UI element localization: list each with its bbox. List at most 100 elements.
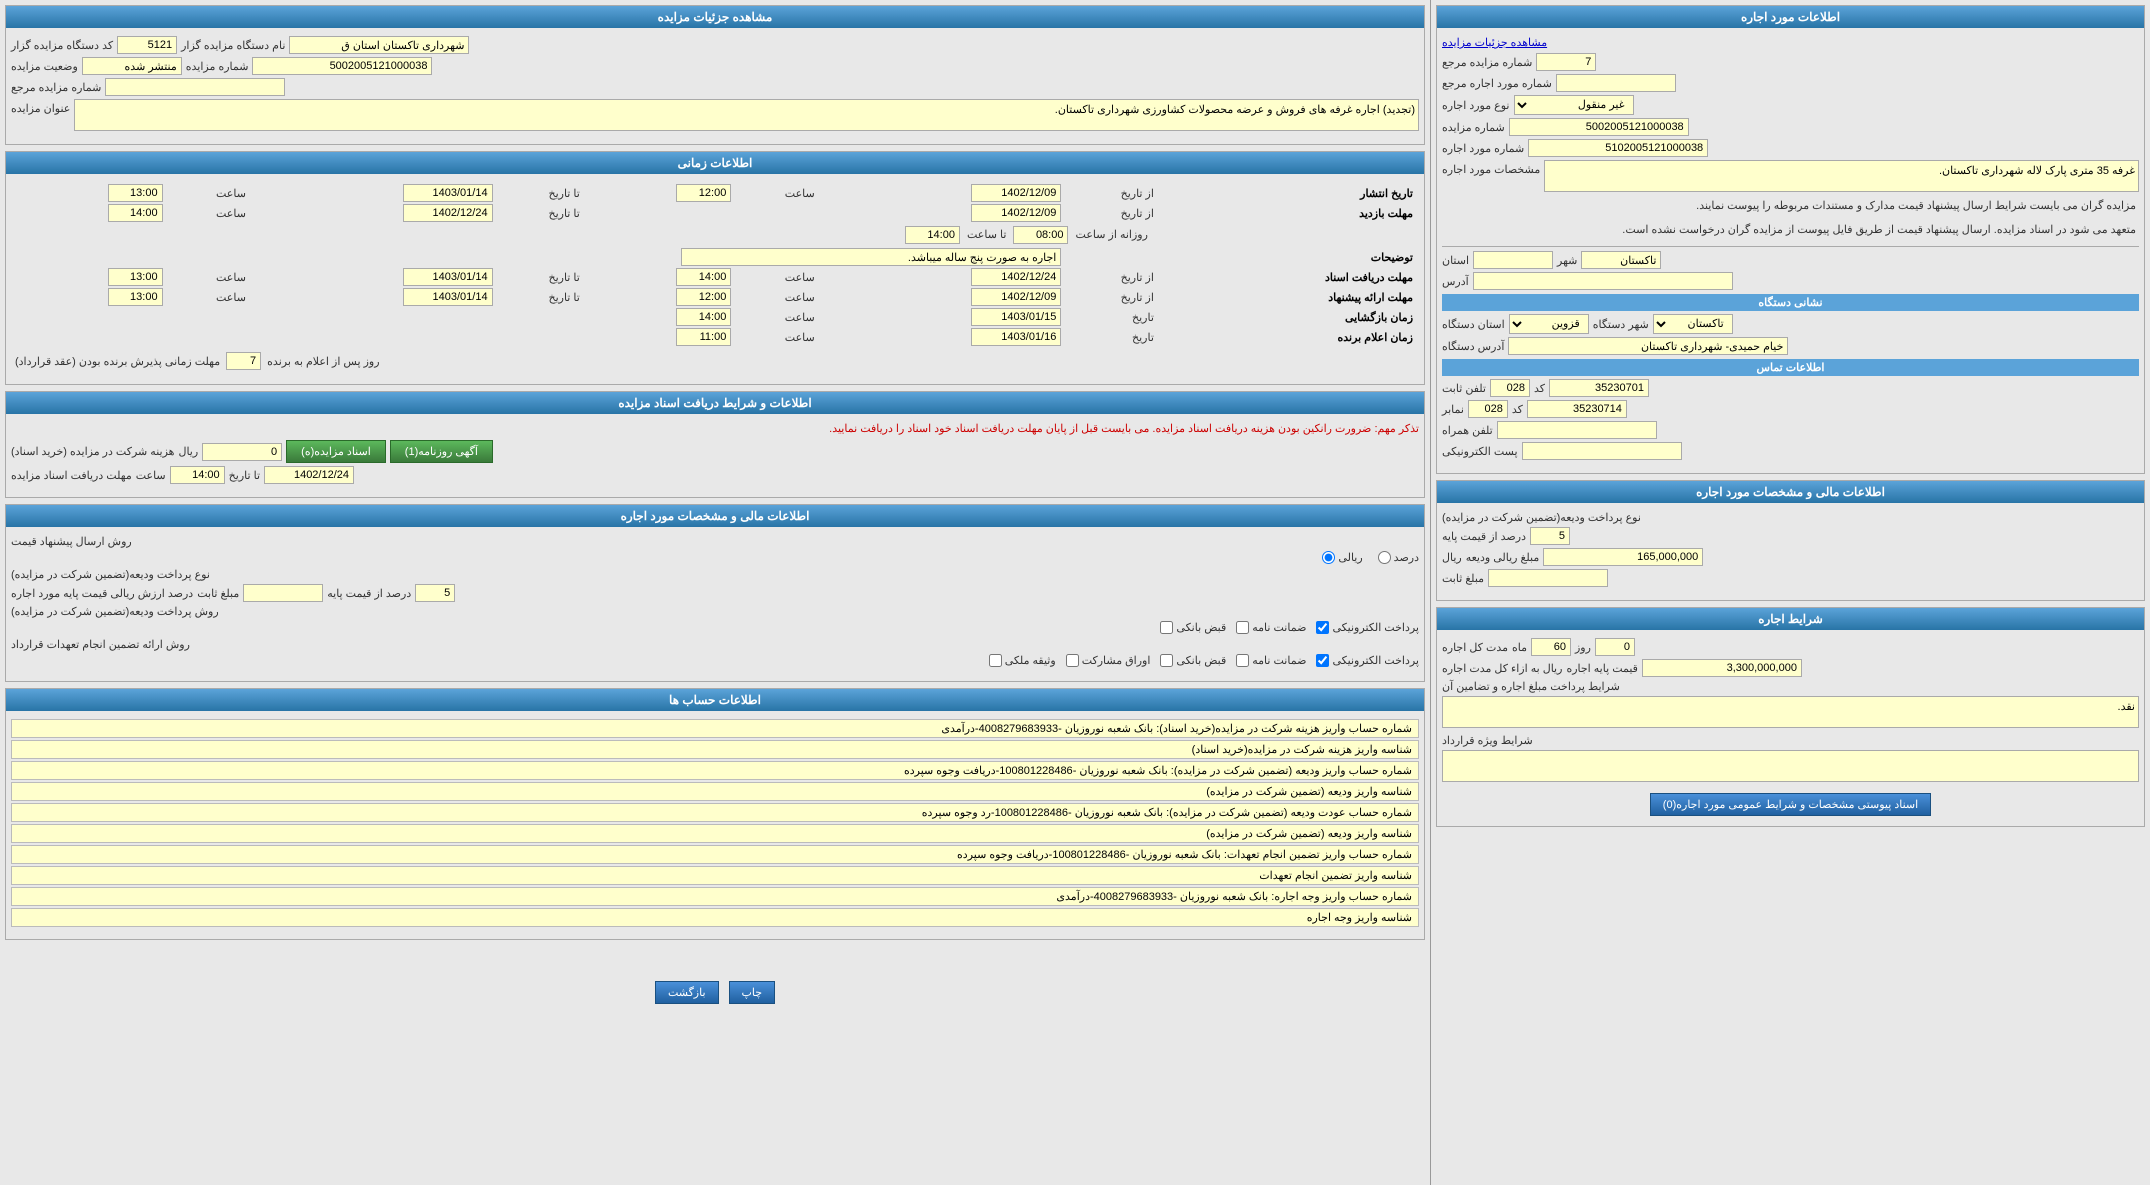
adrs-input[interactable] [1473, 272, 1733, 290]
ostan-input[interactable] [1473, 251, 1553, 269]
radio-rial[interactable]: ریالی [1322, 551, 1362, 564]
check-takafol-zamanat[interactable]: ضمانت نامه [1236, 654, 1306, 667]
warning-text: تذکر مهم: ضرورت رانکین بودن هزینه دریافت… [11, 422, 1419, 435]
onvan-textarea[interactable]: (تجدید) اجاره غرفه های فروش و عرضه محصول… [74, 99, 1419, 131]
account-row-9: شماره حساب واریز وجه اجاره: بانک شعبه نو… [11, 887, 1419, 906]
elam-date[interactable] [971, 328, 1061, 346]
section-mali-title: اطلاعات مالی و مشخصات مورد اجاره [1437, 481, 2144, 503]
pishnahad-to-date[interactable] [403, 288, 493, 306]
tel-sabet-input[interactable] [1549, 379, 1649, 397]
shahr-dastgah-select[interactable]: تاکستان [1653, 314, 1733, 334]
mablagh-input[interactable] [1543, 548, 1703, 566]
link-view-mazayade[interactable]: مشاهده جزئیات مزایده [1442, 37, 1547, 49]
check-takafol-awraq[interactable]: اوراق مشارکت [1066, 654, 1151, 667]
account-row-7: شماره حساب واریز تضمین انجام تعهدات: بان… [11, 845, 1419, 864]
enteshar-to-date[interactable] [403, 184, 493, 202]
btn-agahi[interactable]: آگهی روزنامه(1) [390, 440, 493, 463]
btn-asnad-ejare[interactable]: اسناد پیوستی مشخصات و شرایط عمومی مورد ا… [1650, 793, 1931, 816]
daryaft-asnad-to-date[interactable] [403, 268, 493, 286]
check-takafol-electronic[interactable]: پرداخت الکترونیکی [1316, 654, 1419, 667]
check-takafol-ghabs[interactable]: قبض بانکی [1160, 654, 1226, 667]
pishnahad-to-time[interactable] [108, 288, 163, 306]
btn-bargasht[interactable]: بازگشت [655, 981, 719, 1004]
section-hesab-title: اطلاعات حساب ها [6, 689, 1424, 711]
darsad-paye-input[interactable] [415, 584, 455, 602]
hazineh-input[interactable] [202, 443, 282, 461]
vaziyat-input[interactable] [82, 57, 182, 75]
roozane-from[interactable] [1013, 226, 1068, 244]
email-input[interactable] [1522, 442, 1682, 460]
bargozari-time[interactable] [676, 308, 731, 326]
btn-chap[interactable]: چاپ [729, 981, 776, 1004]
shmr-mrj-input[interactable] [105, 78, 285, 96]
mah-input[interactable] [1531, 638, 1571, 656]
check-pardakht-electronic[interactable]: پرداخت الکترونیکی [1316, 621, 1419, 634]
namabr-code-input[interactable] [1468, 400, 1508, 418]
ostan-dastgah-select[interactable]: قزوین [1509, 314, 1589, 334]
tel-sabet-code-input[interactable] [1490, 379, 1530, 397]
mazayade-no-input[interactable] [1509, 118, 1689, 136]
section-joziat-title: مشاهده جزئیات مزایده [6, 6, 1424, 28]
left-panel: اطلاعات مورد اجاره مشاهده جزئیات مزایده … [1430, 0, 2150, 1185]
namabr-input[interactable] [1527, 400, 1627, 418]
section-asnad-title: اطلاعات و شرایط دریافت اسناد مزایده [6, 392, 1424, 414]
code-dastgah-input[interactable] [117, 36, 177, 54]
rooz-input[interactable] [1595, 638, 1635, 656]
radio-darsad[interactable]: درصد [1378, 551, 1419, 564]
bazid-to-time[interactable] [108, 204, 163, 222]
bazid-from-date[interactable] [971, 204, 1061, 222]
account-row-6: شناسه واریز ودیعه (تضمین شرکت در مزایده) [11, 824, 1419, 843]
name-dastgah-input[interactable] [289, 36, 469, 54]
info-text1: مزایده گران می بایست شرایط ارسال پیشنهاد… [1442, 195, 2139, 219]
account-row-8: شناسه واریز تضمین انجام تعهدات [11, 866, 1419, 885]
darsad-input[interactable] [1530, 527, 1570, 545]
sharayet-pardakht-textarea[interactable]: نقد. [1442, 696, 2139, 728]
account-row-1: شماره حساب واریز هزینه شرکت در مزایده(خر… [11, 719, 1419, 738]
noe-ejare-select[interactable]: غیر منقول [1514, 95, 1634, 115]
check-takafol-vasegheh[interactable]: وثیقه ملکی [989, 654, 1056, 667]
tozihat-input[interactable] [681, 248, 1061, 266]
bazid-to-date[interactable] [403, 204, 493, 222]
right-panel: مشاهده جزئیات مزایده نام دستگاه مزایده گ… [0, 0, 1430, 1185]
daryaft-asnad-from-time[interactable] [676, 268, 731, 286]
pishnahad-from-date[interactable] [971, 288, 1061, 306]
ejare-mrj-input[interactable] [1556, 74, 1676, 92]
enteshar-from-date[interactable] [971, 184, 1061, 202]
info-text2: متعهد می شود در اسناد مزایده. ارسال پیشن… [1442, 219, 2139, 243]
shmr-mazayade-input[interactable] [252, 57, 432, 75]
section-sharayet-title: شرایط اجاره [1437, 608, 2144, 630]
section-ejare-title: اطلاعات مورد اجاره [1437, 6, 2144, 28]
check-zamanat[interactable]: ضمانت نامه [1236, 621, 1306, 634]
enteshar-to-time[interactable] [108, 184, 163, 202]
mashkhasat-textarea[interactable]: غرفه 35 متری پارک لاله شهرداری تاکستان. [1544, 160, 2139, 192]
mohlat-rooz-input[interactable] [226, 352, 261, 370]
account-row-2: شناسه واریز هزینه شرکت در مزایده(خرید اس… [11, 740, 1419, 759]
roozane-to[interactable] [905, 226, 960, 244]
sharayet-vizheh-textarea[interactable] [1442, 750, 2139, 782]
sub-ettelaat-tamas: اطلاعات تماس [1442, 359, 2139, 376]
mablagh-sabt-input2[interactable] [243, 584, 323, 602]
bargozari-date[interactable] [971, 308, 1061, 326]
mazayade-mrj-input[interactable] [1536, 53, 1596, 71]
pishnahad-from-time[interactable] [676, 288, 731, 306]
btn-asnad-mazayade[interactable]: اسناد مزایده(ه) [286, 440, 386, 463]
adrs-dastgah-input[interactable] [1508, 337, 1788, 355]
bottom-buttons: چاپ بازگشت [5, 971, 1425, 1014]
sub-nasabi: نشانی دستگاه [1442, 294, 2139, 311]
ejare-no-input[interactable] [1528, 139, 1708, 157]
daryaft-asnad-from-date[interactable] [971, 268, 1061, 286]
mohlat-daryaft-to-date[interactable] [264, 466, 354, 484]
section-zamani-title: اطلاعات زمانی [6, 152, 1424, 174]
tel-hamrah-input[interactable] [1497, 421, 1657, 439]
mablagh-sabt-input[interactable] [1488, 569, 1608, 587]
gheymat-input[interactable] [1642, 659, 1802, 677]
mohlat-daryaft-to-time[interactable] [170, 466, 225, 484]
account-row-4: شناسه واریز ودیعه (تضمین شرکت در مزایده) [11, 782, 1419, 801]
elam-time[interactable] [676, 328, 731, 346]
account-row-3: شماره حساب واریز ودیعه (تضمین شرکت در مز… [11, 761, 1419, 780]
check-ghabs-banki[interactable]: قبض بانکی [1160, 621, 1226, 634]
account-row-5: شماره حساب عودت ودیعه (تضمین شرکت در مزا… [11, 803, 1419, 822]
daryaft-asnad-to-time[interactable] [108, 268, 163, 286]
enteshar-from-time[interactable] [676, 184, 731, 202]
shahr-input[interactable] [1581, 251, 1661, 269]
